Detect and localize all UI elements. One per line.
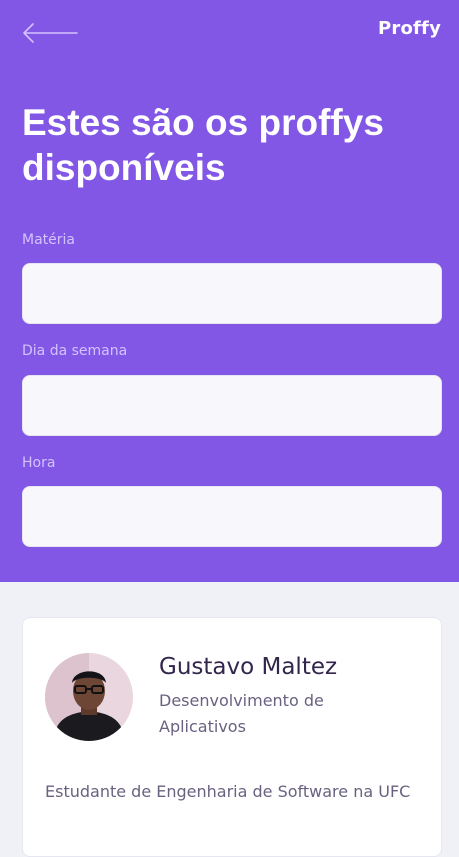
weekday-select[interactable] <box>22 375 442 436</box>
logo: Proffy <box>377 18 441 39</box>
teacher-bio: Estudante de Engenharia de Software na U… <box>45 782 411 801</box>
page-title: Estes são os proffys disponíveis <box>22 102 384 188</box>
teacher-name: Gustavo Maltez <box>159 654 338 680</box>
subject-label: Matéria <box>22 232 75 248</box>
arrow-left-icon <box>23 23 78 43</box>
teacher-card: Gustavo Maltez Desenvolvimento de Aplica… <box>22 617 442 857</box>
time-input[interactable] <box>22 486 442 547</box>
teacher-subject: Desenvolvimento de Aplicativos <box>159 691 324 736</box>
avatar <box>45 653 133 741</box>
subject-input[interactable] <box>22 263 442 324</box>
weekday-label: Dia da semana <box>22 343 128 359</box>
back-link[interactable] <box>22 22 78 44</box>
time-label: Hora <box>22 455 56 471</box>
page-header: Proffy Estes são os proffys disponíveis … <box>0 0 459 582</box>
